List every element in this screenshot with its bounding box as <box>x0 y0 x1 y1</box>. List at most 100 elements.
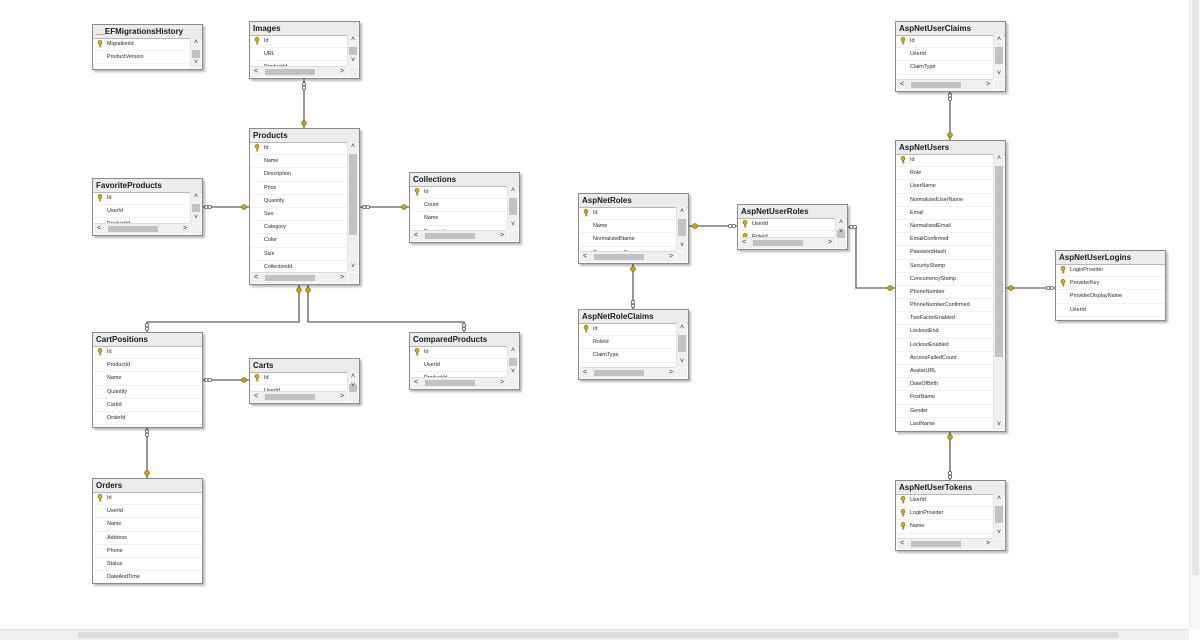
scroll-right-icon[interactable]: ˃ <box>497 231 507 241</box>
column-row[interactable]: AvatarURL <box>896 365 993 379</box>
table-images[interactable]: ImagesIdURLProductId˄˅˂˃ <box>249 21 360 79</box>
relationship-asp-net-roles-to-asp-net-user-roles[interactable] <box>689 223 737 229</box>
table-vertical-scrollbar[interactable]: ˄ ˅ <box>347 142 358 272</box>
column-row[interactable]: RoleId <box>579 336 676 350</box>
table-asp-net-user-tokens[interactable]: AspNetUserTokens UserId LoginProvider Name ˄… <box>895 480 1006 551</box>
table-horizontal-scrollbar[interactable]: ˂ ˃ <box>580 251 676 262</box>
scroll-down-icon[interactable]: ˅ <box>348 381 358 391</box>
column-row[interactable]: Name <box>93 518 202 532</box>
column-row[interactable]: LastName <box>896 418 993 431</box>
scroll-up-icon[interactable]: ˄ <box>348 142 358 152</box>
column-row[interactable]: LoginProvider <box>1056 264 1165 278</box>
table-asp-net-user-logins[interactable]: AspNetUserLogins LoginProvider ProviderKey… <box>1055 250 1166 321</box>
scroll-down-icon[interactable]: ˅ <box>677 241 687 251</box>
column-row[interactable]: AccessFailedCount <box>896 352 993 365</box>
column-row[interactable]: Role <box>896 167 993 181</box>
scroll-down-icon[interactable]: ˅ <box>677 357 687 367</box>
scroll-up-icon[interactable]: ˄ <box>677 207 687 217</box>
column-row[interactable]: URL <box>250 48 347 62</box>
scroll-down-icon[interactable]: ˅ <box>994 420 1004 430</box>
scroll-up-icon[interactable]: ˄ <box>508 346 518 356</box>
column-row[interactable]: Size <box>250 248 347 261</box>
scroll-down-icon[interactable]: ˅ <box>508 220 518 230</box>
relationship-asp-net-users-to-asp-net-user-claims[interactable] <box>947 92 953 140</box>
scroll-left-icon[interactable]: ˂ <box>739 238 749 248</box>
table-vertical-scrollbar[interactable]: ˄ ˅ <box>507 346 518 377</box>
column-row[interactable]: UserId <box>93 205 190 219</box>
table-title[interactable]: AspNetUserRoles <box>738 205 847 219</box>
table-title[interactable]: ComparedProducts <box>410 333 519 347</box>
scroll-left-icon[interactable]: ˂ <box>580 368 590 378</box>
table-asp-net-role-claims[interactable]: AspNetRoleClaims Id RoleId ClaimType ˄ ˅ ˂ ˃ <box>578 309 689 380</box>
column-row[interactable]: PhoneNumber <box>896 286 993 300</box>
table-horizontal-scrollbar[interactable]: ˂ ˃ <box>411 377 507 388</box>
table-title[interactable]: AspNetUsers <box>896 141 1005 155</box>
column-row[interactable]: Quantity <box>250 195 347 208</box>
scroll-left-icon[interactable]: ˂ <box>251 273 261 283</box>
table-title[interactable]: Images <box>250 22 359 36</box>
column-row[interactable]: Name <box>410 212 507 226</box>
scroll-right-icon[interactable]: ˃ <box>825 238 835 248</box>
table-asp-net-user-claims[interactable]: AspNetUserClaims Id UserId ClaimType ˄ ˅ ˂ ˃ <box>895 21 1006 92</box>
column-row[interactable]: LockoutEnd <box>896 325 993 339</box>
scroll-left-icon[interactable]: ˂ <box>411 378 421 388</box>
column-row[interactable]: ClaimType <box>579 349 676 363</box>
relationship-products-to-images[interactable] <box>301 79 307 128</box>
column-row[interactable]: Category <box>250 221 347 235</box>
column-row[interactable]: Sex <box>250 208 347 222</box>
table-vertical-scrollbar[interactable]: ˄ ˅ <box>835 218 846 238</box>
scroll-down-icon[interactable]: ˅ <box>191 58 201 68</box>
scroll-left-icon[interactable]: ˂ <box>897 539 907 549</box>
column-row[interactable]: UserName <box>896 180 993 194</box>
column-row[interactable]: UserId <box>93 505 202 519</box>
column-row[interactable]: UserId <box>1056 304 1165 317</box>
table-horizontal-scrollbar[interactable]: ˂ ˃ <box>411 230 507 241</box>
column-row[interactable]: Email <box>896 207 993 220</box>
relationship-cart-positions-to-products[interactable] <box>144 285 302 332</box>
diagram-vertical-scrollbar[interactable] <box>1189 0 1200 629</box>
column-row[interactable]: Id <box>410 186 507 200</box>
column-row[interactable]: LoginProvider <box>896 507 993 521</box>
table-vertical-scrollbar[interactable]: ˄ ˅ <box>507 186 518 230</box>
table-title[interactable]: CartPositions <box>93 333 202 347</box>
diagram-horizontal-scrollbar[interactable] <box>0 629 1189 640</box>
column-row[interactable]: Price <box>250 182 347 195</box>
scroll-left-icon[interactable]: ˂ <box>94 224 104 234</box>
column-row[interactable]: Id <box>250 142 347 156</box>
table-horizontal-scrollbar[interactable]: ˂ ˃ <box>94 223 190 234</box>
scroll-right-icon[interactable]: ˃ <box>497 378 507 388</box>
column-row[interactable]: Id <box>250 35 347 49</box>
column-row[interactable]: OrderId <box>93 412 202 426</box>
scroll-up-icon[interactable]: ˄ <box>191 38 201 48</box>
column-row[interactable]: Phone <box>93 545 202 558</box>
table-title[interactable]: AspNetRoleClaims <box>579 310 688 324</box>
relationship-asp-net-users-to-asp-net-user-roles[interactable] <box>848 224 895 291</box>
column-row[interactable]: EmailConfirmed <box>896 233 993 247</box>
scroll-right-icon[interactable]: ˃ <box>337 392 347 402</box>
column-row[interactable]: DateOfBirth <box>896 378 993 392</box>
table-asp-net-users[interactable]: AspNetUsers Id Role UserName NormalizedUserN… <box>895 140 1006 432</box>
relationship-asp-net-users-to-asp-net-user-tokens[interactable] <box>947 432 953 480</box>
scroll-up-icon[interactable]: ˄ <box>994 154 1004 164</box>
table-vertical-scrollbar[interactable]: ˄ ˅ <box>347 372 358 392</box>
scroll-up-icon[interactable]: ˄ <box>348 35 358 45</box>
column-row[interactable]: UserId <box>896 494 993 508</box>
relationship-compared-products-to-products[interactable] <box>305 285 467 332</box>
scroll-left-icon[interactable]: ˂ <box>251 392 261 402</box>
table-asp-net-roles[interactable]: AspNetRolesIdNameNormalizedNameConcurren… <box>578 193 689 264</box>
column-row[interactable]: UserId <box>738 218 835 232</box>
scroll-right-icon[interactable]: ˃ <box>666 252 676 262</box>
relationship-favorite-products-to-products[interactable] <box>203 204 249 210</box>
column-row[interactable]: ProductVersion <box>93 51 190 65</box>
scroll-down-icon[interactable]: ˅ <box>348 262 358 272</box>
column-row[interactable]: UserId <box>896 48 993 62</box>
table-title[interactable]: AspNetRoles <box>579 194 688 208</box>
scroll-down-icon[interactable]: ˅ <box>994 69 1004 79</box>
column-row[interactable]: Id <box>250 372 347 386</box>
column-row[interactable]: Status <box>93 558 202 572</box>
table-horizontal-scrollbar[interactable]: ˂ ˃ <box>897 79 993 90</box>
table-horizontal-scrollbar[interactable]: ˂ ˃ <box>739 237 835 248</box>
scroll-up-icon[interactable]: ˄ <box>994 35 1004 45</box>
scroll-down-icon[interactable]: ˅ <box>348 56 358 66</box>
scroll-down-icon[interactable]: ˅ <box>836 227 846 237</box>
